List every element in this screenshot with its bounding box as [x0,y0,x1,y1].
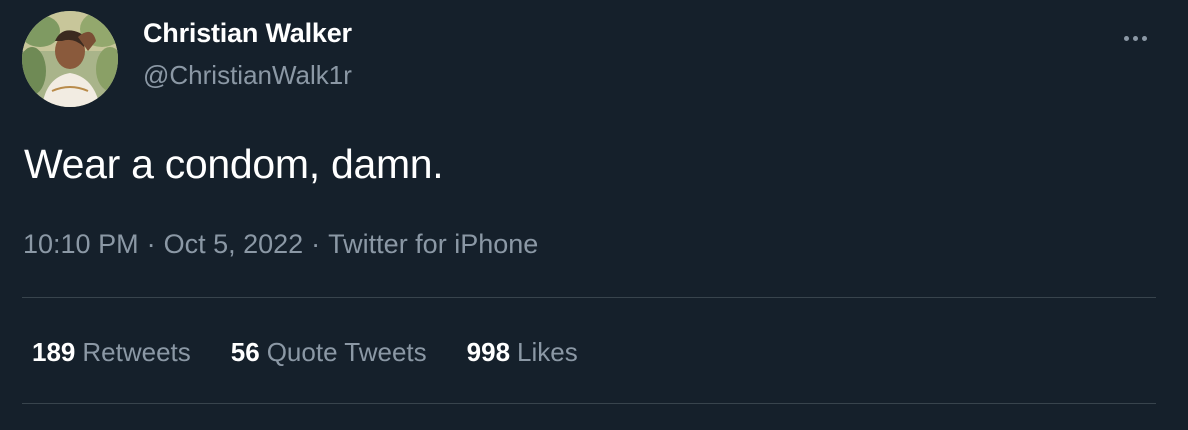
user-handle[interactable]: @ChristianWalk1r [143,60,352,91]
quote-tweets-stat[interactable]: 56 Quote Tweets [231,337,427,368]
tweet-source[interactable]: Twitter for iPhone [328,229,538,259]
more-options-icon[interactable] [1118,26,1152,50]
display-name[interactable]: Christian Walker [143,18,352,49]
avatar-image [22,11,118,107]
tweet-text: Wear a condom, damn. [24,141,444,187]
retweets-label: Retweets [82,337,191,367]
tweet-card: Christian Walker @ChristianWalk1r Wear a… [0,0,1188,430]
tweet-date[interactable]: Oct 5, 2022 [164,229,304,259]
meta-separator: · [311,229,321,259]
meta-separator: · [146,229,156,259]
retweets-count: 189 [32,337,76,367]
engagement-stats: 189 Retweets 56 Quote Tweets 998 Likes [32,337,618,368]
likes-count: 998 [466,337,511,367]
retweets-stat[interactable]: 189 Retweets [32,337,191,368]
avatar[interactable] [22,11,118,107]
likes-stat[interactable]: 998 Likes [467,337,578,368]
divider [22,297,1156,298]
quote-tweets-label: Quote Tweets [266,337,427,367]
divider [22,403,1156,404]
tweet-metadata: 10:10 PM · Oct 5, 2022 · Twitter for iPhone [23,229,538,260]
likes-label: Likes [517,337,578,367]
tweet-time[interactable]: 10:10 PM [23,229,139,259]
quote-tweets-count: 56 [230,337,260,367]
